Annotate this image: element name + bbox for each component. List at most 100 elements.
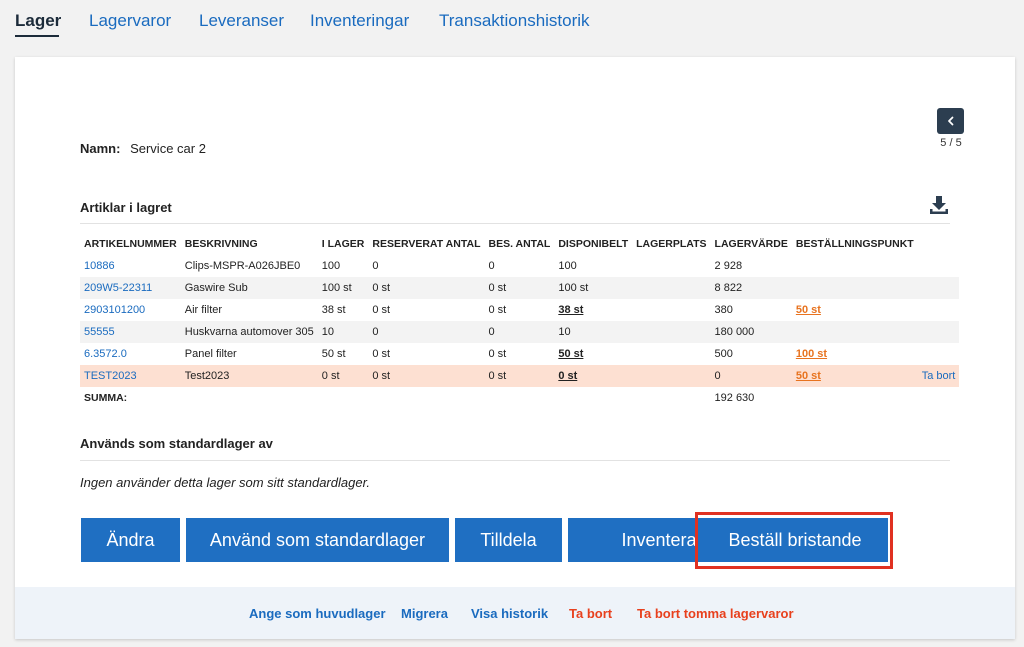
set-main-warehouse-link[interactable]: Ange som huvudlager — [249, 606, 386, 621]
delete-link[interactable]: Ta bort — [569, 606, 612, 621]
col-reserverat-antal[interactable]: Reserverat antal — [368, 233, 484, 255]
sum-row: SUMMA: 192 630 — [80, 387, 959, 409]
article-number-link[interactable]: 55555 — [80, 321, 181, 343]
article-ordered: 0 st — [484, 365, 555, 387]
article-reorder-point[interactable]: 50 st — [791, 365, 918, 387]
article-stock: 0 st — [317, 365, 369, 387]
article-available: 50 st — [558, 348, 584, 360]
article-reserved: 0 st — [368, 277, 485, 299]
default-usage-empty-text: Ingen använder detta lager som sitt stan… — [80, 475, 371, 490]
download-icon[interactable] — [928, 194, 950, 216]
article-stock: 100 — [321, 260, 341, 272]
article-action — [917, 321, 960, 343]
table-row: TEST2023 Test2023 0 st 0 st 0 st 0 st 0 … — [80, 365, 960, 387]
article-reorder-point — [791, 277, 918, 299]
tab-transaktionshistorik[interactable]: Transaktionshistorik — [439, 11, 590, 31]
article-reorder-point[interactable]: 50 st — [792, 299, 918, 321]
assign-button[interactable]: Tilldela — [455, 518, 562, 562]
previous-button[interactable] — [937, 108, 964, 134]
tab-lagervaror[interactable]: Lagervaror — [89, 11, 171, 31]
tab-inventeringar[interactable]: Inventeringar — [310, 11, 409, 31]
article-location — [632, 277, 711, 299]
name-label: Namn: — [80, 141, 121, 156]
edit-button[interactable]: Ändra — [81, 518, 180, 562]
article-description: Huskvarna automover 305 — [180, 321, 318, 343]
chevron-left-icon — [947, 116, 953, 126]
article-ordered: 0 st — [488, 304, 507, 316]
article-stock: 38 st — [321, 304, 346, 316]
delete-empty-items-link[interactable]: Ta bort tomma lagervaror — [637, 606, 794, 621]
article-reserved: 0 st — [368, 365, 485, 387]
article-value: 500 — [714, 348, 733, 360]
article-ordered: 0 st — [488, 348, 507, 360]
default-usage-divider — [80, 460, 950, 461]
article-value: 8 822 — [710, 277, 792, 299]
top-tabs: Lager Lagervaror Leveranser Inventeringa… — [0, 0, 1024, 44]
default-usage-title: Används som standardlager av — [80, 436, 273, 451]
article-reserved: 0 st — [372, 348, 391, 360]
col-artikelnummer[interactable]: Artikelnummer — [80, 233, 181, 255]
article-reorder-point[interactable]: 100 st — [792, 343, 918, 365]
article-location — [632, 321, 711, 343]
active-tab-indicator — [15, 35, 59, 37]
article-number-link[interactable]: 6.3572.0 — [80, 343, 181, 365]
view-history-link[interactable]: Visa historik — [471, 606, 548, 621]
tab-leveranser[interactable]: Leveranser — [199, 11, 284, 31]
table-row: 55555 Huskvarna automover 305 10 0 0 10 … — [80, 321, 960, 343]
article-available: 0 st — [554, 365, 633, 387]
article-description: Test2023 — [180, 365, 318, 387]
article-available: 38 st — [558, 304, 584, 316]
remove-row-link[interactable]: Ta bort — [917, 365, 960, 387]
article-number-link[interactable]: 10886 — [80, 255, 181, 277]
article-reorder-point — [791, 321, 918, 343]
sum-label: SUMMA: — [84, 392, 128, 404]
col-actions — [918, 233, 960, 255]
article-stock: 50 st — [321, 348, 346, 360]
articles-divider — [80, 223, 950, 224]
articles-section-title: Artiklar i lagret — [80, 200, 172, 215]
article-location — [632, 299, 710, 321]
table-row: 2903101200 Air filter 38 st 0 st 0 st 38… — [80, 299, 959, 321]
article-value: 180 000 — [710, 321, 792, 343]
set-default-warehouse-button[interactable]: Använd som standardlager — [186, 518, 449, 562]
col-beskrivning[interactable]: Beskrivning — [181, 233, 318, 255]
article-ordered: 0 st — [484, 277, 555, 299]
article-reserved: 0 st — [372, 304, 391, 316]
article-stock: 10 — [317, 321, 369, 343]
table-row: 6.3572.0 Panel filter 50 st 0 st 0 st 50… — [80, 343, 959, 365]
warehouse-card: Namn: Service car 2 5 / 5 Artiklar i lag… — [15, 57, 1015, 639]
articles-table: Artikelnummer Beskrivning I lager Reserv… — [80, 233, 960, 409]
article-location — [632, 365, 711, 387]
col-lagervarde[interactable]: Lagervärde — [711, 233, 792, 255]
article-reserved: 0 — [368, 321, 485, 343]
article-description: Gaswire Sub — [180, 277, 318, 299]
article-stock: 100 st — [317, 277, 369, 299]
article-number-link[interactable]: 2903101200 — [80, 299, 181, 321]
article-available: 10 — [554, 321, 633, 343]
article-value: 2 928 — [714, 260, 743, 272]
article-number-link[interactable]: TEST2023 — [80, 365, 181, 387]
col-bestallningspunkt[interactable]: Beställningspunkt — [792, 233, 918, 255]
sum-value: 192 630 — [714, 392, 755, 404]
col-i-lager[interactable]: I lager — [318, 233, 369, 255]
article-available: 100 — [558, 260, 577, 272]
migrate-link[interactable]: Migrera — [401, 606, 448, 621]
article-action — [918, 255, 960, 277]
article-description: Panel filter — [184, 348, 237, 360]
article-ordered: 0 — [484, 321, 555, 343]
col-bes-antal[interactable]: Bes. antal — [484, 233, 554, 255]
article-description: Clips-MSPR-A026JBE0 — [184, 260, 301, 272]
article-location — [632, 343, 710, 365]
name-value: Service car 2 — [130, 141, 206, 156]
col-lagerplats[interactable]: Lagerplats — [632, 233, 710, 255]
tab-lager[interactable]: Lager — [15, 11, 61, 31]
table-header-row: Artikelnummer Beskrivning I lager Reserv… — [80, 233, 959, 255]
highlight-box — [695, 512, 893, 569]
article-available: 100 st — [554, 277, 633, 299]
article-reorder-point — [792, 255, 918, 277]
col-disponibelt[interactable]: Disponibelt — [554, 233, 632, 255]
article-action — [918, 299, 960, 321]
article-reserved: 0 — [372, 260, 379, 272]
article-number-link[interactable]: 209W5-22311 — [80, 277, 181, 299]
article-action — [918, 343, 960, 365]
